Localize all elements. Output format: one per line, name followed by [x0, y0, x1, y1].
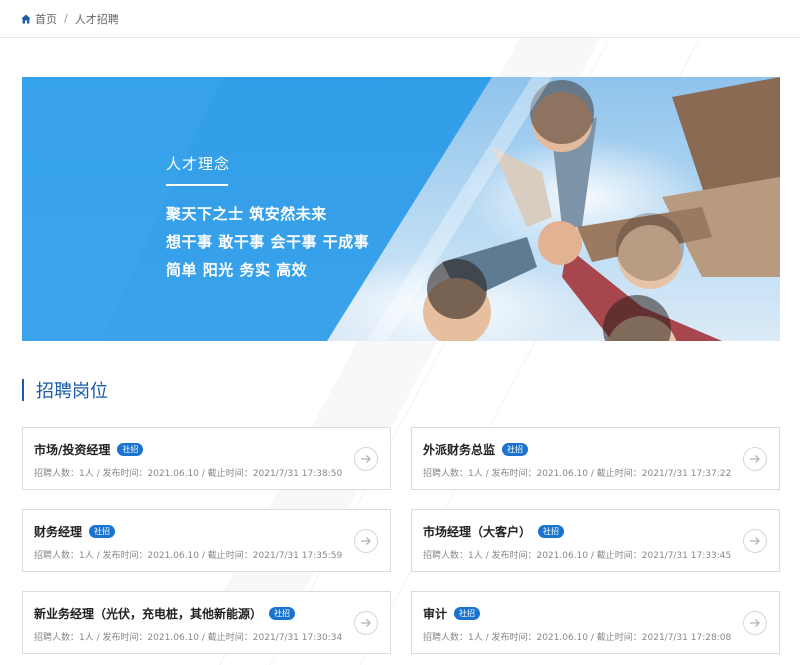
- banner-photo: [22, 77, 780, 341]
- job-title[interactable]: 财务经理: [34, 523, 82, 540]
- job-card[interactable]: 新业务经理（光伏，充电桩，其他新能源） 社招 招聘人数：1人 / 发布时间：20…: [22, 591, 391, 654]
- job-title-row: 财务经理 社招: [34, 523, 116, 540]
- job-type-badge: 社招: [502, 443, 529, 456]
- job-card[interactable]: 外派财务总监 社招 招聘人数：1人 / 发布时间：2021.06.10 / 截止…: [411, 427, 780, 490]
- job-title-row: 审计 社招: [423, 605, 481, 622]
- job-title-row: 市场/投资经理 社招: [34, 441, 144, 458]
- job-detail-button[interactable]: [743, 447, 767, 471]
- arrow-right-icon: [750, 537, 760, 545]
- job-detail-button[interactable]: [354, 447, 378, 471]
- job-title-row: 新业务经理（光伏，充电桩，其他新能源） 社招: [34, 605, 296, 622]
- job-meta: 招聘人数：1人 / 发布时间：2021.06.10 / 截止时间：2021/7/…: [34, 469, 343, 479]
- job-type-badge: 社招: [269, 607, 296, 620]
- job-card[interactable]: 市场/投资经理 社招 招聘人数：1人 / 发布时间：2021.06.10 / 截…: [22, 427, 391, 490]
- arrow-right-icon: [361, 619, 371, 627]
- job-card[interactable]: 市场经理（大客户） 社招 招聘人数：1人 / 发布时间：2021.06.10 /…: [411, 509, 780, 572]
- job-meta: 招聘人数：1人 / 发布时间：2021.06.10 / 截止时间：2021/7/…: [34, 633, 343, 643]
- breadcrumb-current: 人才招聘: [74, 12, 119, 26]
- banner-title-underline: [166, 184, 228, 186]
- job-title[interactable]: 市场经理（大客户）: [423, 523, 531, 540]
- section-heading: 招聘岗位: [22, 378, 108, 402]
- arrow-right-icon: [750, 455, 760, 463]
- breadcrumb-separator: /: [64, 12, 68, 25]
- job-meta: 招聘人数：1人 / 发布时间：2021.06.10 / 截止时间：2021/7/…: [423, 551, 732, 561]
- recruitment-page: 首页 / 人才招聘 人才理念 聚天下之士 筑安然未来 想干事 敢干事 会干事 干…: [0, 0, 800, 665]
- arrow-right-icon: [750, 619, 760, 627]
- section-heading-text: 招聘岗位: [36, 381, 108, 402]
- job-detail-button[interactable]: [743, 529, 767, 553]
- arrow-right-icon: [361, 455, 371, 463]
- job-title[interactable]: 外派财务总监: [423, 441, 495, 458]
- job-meta: 招聘人数：1人 / 发布时间：2021.06.10 / 截止时间：2021/7/…: [34, 551, 343, 561]
- breadcrumb: 首页 / 人才招聘: [0, 0, 800, 38]
- job-detail-button[interactable]: [354, 529, 378, 553]
- banner-slogan-line: 聚天下之士 筑安然未来: [166, 205, 327, 223]
- banner-text: 人才理念 聚天下之士 筑安然未来 想干事 敢干事 会干事 干成事 简单 阳光 务…: [166, 153, 369, 284]
- breadcrumb-home-link[interactable]: 首页: [35, 11, 57, 27]
- job-detail-button[interactable]: [743, 611, 767, 635]
- hero-banner: 人才理念 聚天下之士 筑安然未来 想干事 敢干事 会干事 干成事 简单 阳光 务…: [22, 77, 780, 341]
- section-heading-bar: [22, 379, 24, 401]
- job-type-badge: 社招: [454, 607, 481, 620]
- job-meta: 招聘人数：1人 / 发布时间：2021.06.10 / 截止时间：2021/7/…: [423, 469, 732, 479]
- arrow-right-icon: [361, 537, 371, 545]
- job-type-badge: 社招: [117, 443, 144, 456]
- job-type-badge: 社招: [89, 525, 116, 538]
- job-type-badge: 社招: [538, 525, 565, 538]
- job-title-row: 市场经理（大客户） 社招: [423, 523, 565, 540]
- banner-title: 人才理念: [166, 155, 231, 173]
- job-detail-button[interactable]: [354, 611, 378, 635]
- job-title[interactable]: 审计: [423, 605, 447, 622]
- job-title[interactable]: 新业务经理（光伏，充电桩，其他新能源）: [34, 605, 262, 622]
- job-card[interactable]: 财务经理 社招 招聘人数：1人 / 发布时间：2021.06.10 / 截止时间…: [22, 509, 391, 572]
- banner-slogan-line: 简单 阳光 务实 高效: [166, 261, 308, 279]
- job-title[interactable]: 市场/投资经理: [34, 441, 110, 458]
- banner-slogan-line: 想干事 敢干事 会干事 干成事: [166, 233, 370, 251]
- job-card[interactable]: 审计 社招 招聘人数：1人 / 发布时间：2021.06.10 / 截止时间：2…: [411, 591, 780, 654]
- job-meta: 招聘人数：1人 / 发布时间：2021.06.10 / 截止时间：2021/7/…: [423, 633, 732, 643]
- job-title-row: 外派财务总监 社招: [423, 441, 529, 458]
- home-icon: [21, 14, 31, 23]
